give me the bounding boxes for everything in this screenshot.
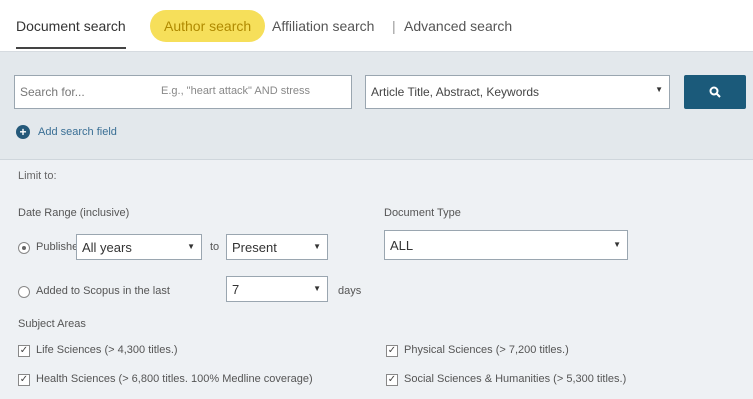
added-to-scopus-radio[interactable] [18,286,30,298]
tab-separator: | [392,18,396,34]
added-to-scopus-label: Added to Scopus in the last [36,285,170,297]
search-button[interactable] [684,75,746,109]
to-label: to [210,241,220,253]
chevron-down-icon: ▼ [187,242,195,251]
search-field-select[interactable]: Article Title, Abstract, Keywords ▼ [365,75,670,109]
date-to-select[interactable]: Present ▼ [226,234,328,260]
life-sciences-checkbox[interactable]: ✓ [18,345,30,357]
social-sciences-checkbox[interactable]: ✓ [386,374,398,386]
chevron-down-icon: ▼ [655,85,663,94]
physical-sciences-checkbox[interactable]: ✓ [386,345,398,357]
search-field-value: Article Title, Abstract, Keywords [371,85,540,99]
document-type-value: ALL [390,238,414,253]
added-days-value: 7 [232,282,240,297]
date-range-label: Date Range (inclusive) [18,207,130,219]
chevron-down-icon: ▼ [613,240,621,249]
add-search-field-label: Add search field [38,126,117,138]
published-radio[interactable] [18,242,30,254]
tab-author-search[interactable]: Author search [150,10,266,42]
date-to-value: Present [232,240,277,255]
chevron-down-icon: ▼ [313,242,321,251]
search-placeholder: Search for... [20,85,85,99]
search-panel: Search for... E.g., "heart attack" AND s… [0,52,753,399]
subject-areas-label: Subject Areas [18,318,86,330]
date-from-select[interactable]: All years ▼ [76,234,202,260]
tab-affiliation-search[interactable]: Affiliation search [272,18,374,34]
life-sciences-label: Life Sciences (> 4,300 titles.) [36,344,178,356]
health-sciences-checkbox[interactable]: ✓ [18,374,30,386]
search-tabs: Document search Author search Affiliatio… [0,0,753,52]
document-type-label: Document Type [384,207,461,219]
added-days-select[interactable]: 7 ▼ [226,276,328,302]
search-input[interactable]: Search for... E.g., "heart attack" AND s… [14,75,352,109]
search-area: Search for... E.g., "heart attack" AND s… [0,52,753,160]
physical-sciences-label: Physical Sciences (> 7,200 titles.) [404,344,569,356]
plus-icon: + [16,125,30,139]
limit-to-label: Limit to: [18,170,57,182]
document-type-select[interactable]: ALL ▼ [384,230,628,260]
health-sciences-label: Health Sciences (> 6,800 titles. 100% Me… [36,373,313,385]
search-hint: E.g., "heart attack" AND stress [161,85,311,97]
social-sciences-label: Social Sciences & Humanities (> 5,300 ti… [404,373,627,385]
date-from-value: All years [82,240,132,255]
tab-document-search[interactable]: Document search [16,18,126,49]
chevron-down-icon: ▼ [313,284,321,293]
tab-advanced-search[interactable]: Advanced search [404,18,512,34]
search-icon [709,86,721,98]
days-label: days [338,285,362,297]
